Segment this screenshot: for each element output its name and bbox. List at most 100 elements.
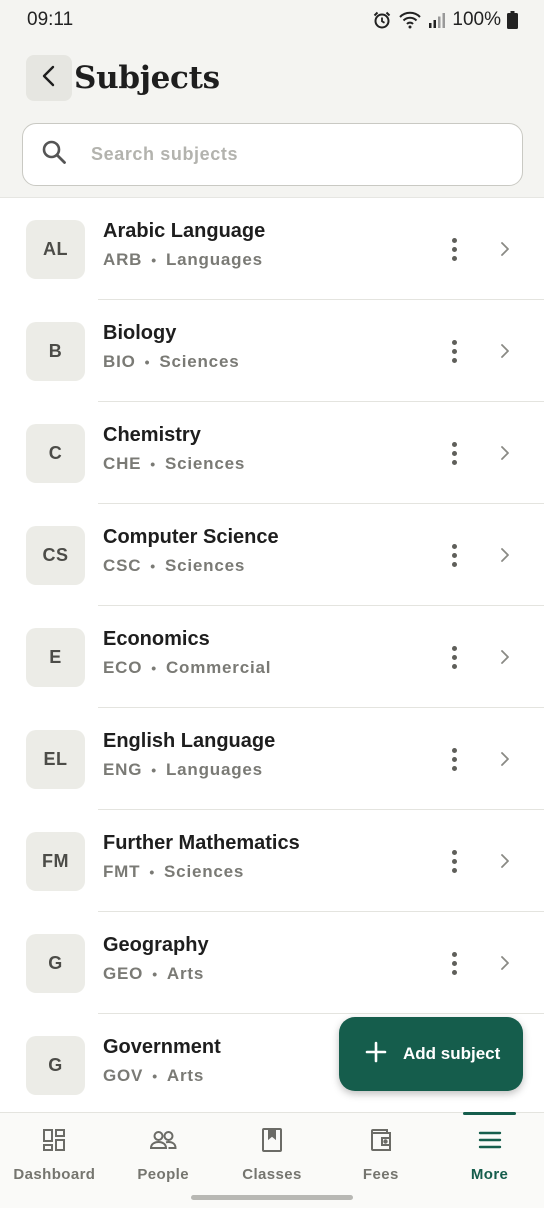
subject-category: Arts <box>166 964 205 983</box>
subject-row[interactable]: G Geography GEO • Arts <box>0 912 544 1014</box>
subject-row[interactable]: EL English Language ENG • Languages <box>0 708 544 810</box>
subject-category: Sciences <box>165 454 246 473</box>
nav-label-more: More <box>470 1166 509 1183</box>
search-input[interactable] <box>91 144 471 165</box>
subject-row[interactable]: CS Computer Science CSC • Sciences <box>0 504 544 606</box>
signal-icon <box>428 11 446 29</box>
more-options-button[interactable] <box>440 943 468 983</box>
subject-avatar: C <box>26 423 85 483</box>
kebab-dot <box>451 246 457 252</box>
subject-texts: Geography GEO • Arts <box>103 934 209 984</box>
subject-row[interactable]: B Biology BIO • Sciences <box>0 300 544 402</box>
bottom-nav: Dashboard People Classes Fees More <box>0 1112 544 1208</box>
meta-separator: • <box>151 660 157 676</box>
top-area: 09:11 100% Subjects <box>0 0 544 198</box>
subject-code: CHE <box>103 454 142 473</box>
kebab-dot <box>451 654 457 660</box>
back-button[interactable] <box>26 55 72 101</box>
subject-name: Government <box>103 1036 221 1058</box>
subject-row[interactable]: FM Further Mathematics FMT • Sciences <box>0 810 544 912</box>
chevron-right-icon <box>496 852 514 870</box>
nav-label-dashboard: Dashboard <box>13 1166 96 1183</box>
chevron-right-icon <box>496 750 514 768</box>
battery-icon <box>507 11 518 29</box>
subject-name: Further Mathematics <box>103 832 300 854</box>
more-options-button[interactable] <box>440 535 468 575</box>
meta-separator: • <box>152 966 158 982</box>
subject-avatar: CS <box>26 525 85 585</box>
kebab-dot <box>451 858 457 864</box>
kebab-dot <box>451 867 457 873</box>
more-options-button[interactable] <box>440 841 468 881</box>
chevron-right-icon <box>496 648 514 666</box>
meta-separator: • <box>144 354 151 370</box>
subject-meta: FMT • Sciences <box>103 862 300 882</box>
more-options-button[interactable] <box>440 229 468 269</box>
search-icon <box>41 139 67 170</box>
more-options-button[interactable] <box>440 637 468 677</box>
subject-row[interactable]: AL Arabic Language ARB • Languages <box>0 198 544 300</box>
subject-row[interactable]: C Chemistry CHE • Sciences <box>0 402 544 504</box>
kebab-dot <box>451 951 457 957</box>
subject-list: AL Arabic Language ARB • Languages B Bio… <box>0 198 544 1116</box>
subject-row[interactable]: E Economics ECO • Commercial <box>0 606 544 708</box>
subject-texts: Government GOV • Arts <box>103 1036 221 1086</box>
meta-separator: • <box>152 1068 158 1084</box>
more-options-button[interactable] <box>440 739 468 779</box>
kebab-dot <box>451 450 457 456</box>
subject-code: GOV <box>103 1066 144 1085</box>
kebab-dot <box>451 543 457 549</box>
subject-meta: ARB • Languages <box>103 250 265 270</box>
subject-category: Arts <box>166 1066 205 1085</box>
kebab-dot <box>451 552 457 558</box>
subject-name: Computer Science <box>103 526 279 548</box>
kebab-dot <box>451 969 457 975</box>
kebab-dot <box>451 237 457 243</box>
people-icon <box>149 1127 177 1158</box>
wifi-icon <box>398 10 422 30</box>
status-icons: 100% <box>372 9 518 31</box>
subject-category: Languages <box>165 250 263 269</box>
status-bar: 09:11 100% <box>0 0 544 40</box>
kebab-dot <box>451 348 457 354</box>
subject-meta: GEO • Arts <box>103 964 209 984</box>
subject-name: Chemistry <box>103 424 201 446</box>
subject-category: Sciences <box>164 862 245 881</box>
subject-name: Biology <box>103 322 177 344</box>
nav-item-dashboard[interactable]: Dashboard <box>0 1113 109 1208</box>
battery-percent: 100% <box>452 9 501 30</box>
subject-code: BIO <box>103 352 136 371</box>
nav-item-people[interactable]: People <box>109 1113 218 1208</box>
subject-code: CSC <box>103 556 142 575</box>
subject-avatar: AL <box>26 219 85 279</box>
nav-item-fees[interactable]: Fees <box>326 1113 435 1208</box>
home-indicator <box>191 1195 353 1200</box>
nav-label-fees: Fees <box>362 1166 399 1183</box>
subject-texts: Economics ECO • Commercial <box>103 628 271 678</box>
search-box[interactable] <box>22 123 523 186</box>
subject-category: Languages <box>165 760 263 779</box>
subject-code: ECO <box>103 658 143 677</box>
subject-meta: CHE • Sciences <box>103 454 245 474</box>
kebab-dot <box>451 960 457 966</box>
nav-item-classes[interactable]: Classes <box>218 1113 327 1208</box>
kebab-dot <box>451 339 457 345</box>
more-options-button[interactable] <box>440 331 468 371</box>
add-subject-label: Add subject <box>403 1044 501 1063</box>
subject-category: Commercial <box>165 658 272 677</box>
plus-icon <box>365 1041 387 1068</box>
more-options-button[interactable] <box>440 433 468 473</box>
add-subject-button[interactable]: Add subject <box>339 1017 523 1091</box>
header: Subjects <box>26 54 220 102</box>
chevron-right-icon <box>496 342 514 360</box>
kebab-dot <box>451 459 457 465</box>
kebab-dot <box>451 645 457 651</box>
nav-label-people: People <box>137 1166 189 1183</box>
subject-texts: Biology BIO • Sciences <box>103 322 239 372</box>
kebab-dot <box>451 756 457 762</box>
kebab-dot <box>451 357 457 363</box>
subject-category: Sciences <box>165 556 246 575</box>
nav-item-more[interactable]: More <box>435 1112 544 1208</box>
subject-meta: GOV • Arts <box>103 1066 221 1086</box>
kebab-dot <box>451 849 457 855</box>
